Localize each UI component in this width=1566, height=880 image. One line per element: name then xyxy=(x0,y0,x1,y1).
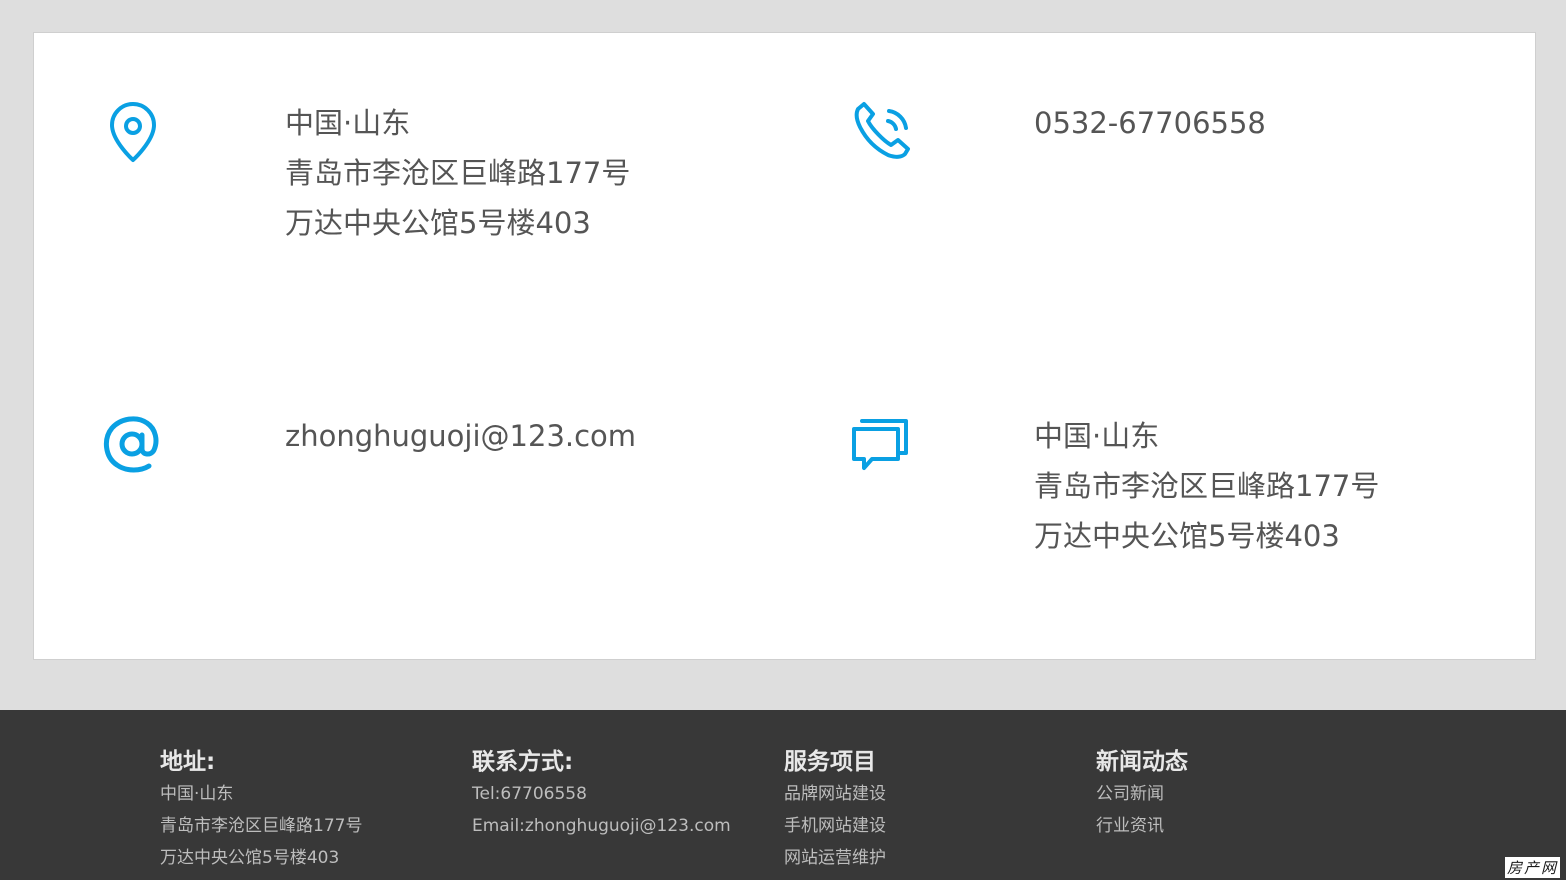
email-address[interactable]: zhonghuguoji@123.com xyxy=(285,411,636,461)
footer-link-brand-site[interactable]: 品牌网站建设 xyxy=(784,778,886,810)
footer-services-heading: 服务项目 xyxy=(784,749,876,775)
footer-address-line: 万达中央公馆5号楼403 xyxy=(160,848,340,868)
footer-email[interactable]: Email:zhonghuguoji@123.com xyxy=(472,810,731,842)
footer-services-column: 服务项目 品牌网站建设 手机网站建设 网站运营维护 xyxy=(784,746,886,874)
footer-news-heading: 新闻动态 xyxy=(1096,749,1188,775)
message-line-2: 青岛市李沧区巨峰路177号 xyxy=(1034,469,1380,503)
address-line-2: 青岛市李沧区巨峰路177号 xyxy=(285,156,631,190)
footer-link-company-news[interactable]: 公司新闻 xyxy=(1096,778,1188,810)
footer-address-line: 中国·山东 xyxy=(160,784,234,804)
footer-address-heading: 地址: xyxy=(160,749,216,775)
contact-card: 中国·山东 青岛市李沧区巨峰路177号 万达中央公馆5号楼403 0532-67… xyxy=(33,32,1536,660)
footer-address-column: 地址: 中国·山东 青岛市李沧区巨峰路177号 万达中央公馆5号楼403 xyxy=(160,746,362,874)
address-line-3: 万达中央公馆5号楼403 xyxy=(285,206,591,240)
at-sign-icon xyxy=(101,413,163,475)
footer-contact-heading: 联系方式: xyxy=(472,749,574,775)
footer-tel[interactable]: Tel:67706558 xyxy=(472,778,731,810)
chat-bubbles-icon xyxy=(850,413,912,475)
message-line-3: 万达中央公馆5号楼403 xyxy=(1034,519,1340,553)
site-footer: 地址: 中国·山东 青岛市李沧区巨峰路177号 万达中央公馆5号楼403 联系方… xyxy=(0,710,1566,880)
phone-icon xyxy=(850,99,912,161)
footer-link-mobile-site[interactable]: 手机网站建设 xyxy=(784,810,886,842)
footer-contact-column: 联系方式: Tel:67706558 Email:zhonghuguoji@12… xyxy=(472,746,731,842)
map-pin-icon xyxy=(102,101,164,163)
message-line-1: 中国·山东 xyxy=(1034,419,1160,453)
footer-address-line: 青岛市李沧区巨峰路177号 xyxy=(160,816,363,836)
footer-link-industry-news[interactable]: 行业资讯 xyxy=(1096,810,1188,842)
footer-link-site-maintenance[interactable]: 网站运营维护 xyxy=(784,842,886,874)
phone-number[interactable]: 0532-67706558 xyxy=(1034,98,1266,148)
address-line-1: 中国·山东 xyxy=(285,106,411,140)
watermark: 房产网 xyxy=(1504,857,1560,878)
footer-news-column: 新闻动态 公司新闻 行业资讯 xyxy=(1096,746,1188,842)
